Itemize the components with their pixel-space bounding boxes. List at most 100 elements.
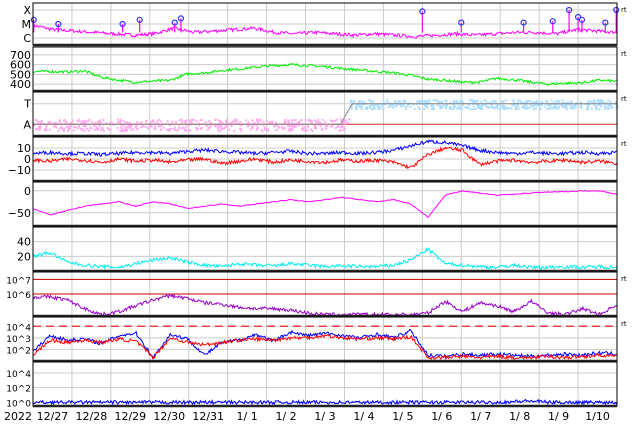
sector-toward-point (417, 107, 420, 110)
sector-away-point (207, 126, 210, 129)
sector-toward-point (432, 107, 435, 110)
sector-toward-point (592, 100, 595, 103)
sector-toward-point (537, 105, 540, 108)
sector-away-point (118, 121, 121, 124)
sector-toward-point (409, 105, 412, 108)
sector-away-point (239, 121, 242, 124)
sector-away-point (217, 129, 220, 132)
sector-toward-point (517, 107, 520, 110)
sector-toward-point (536, 99, 539, 102)
sector-away-point (178, 119, 181, 122)
sector-toward-point (424, 99, 427, 102)
sector-toward-point (501, 104, 504, 107)
sector-away-point (251, 127, 254, 130)
sector-away-point (255, 119, 258, 122)
x-tick-label: 1/ 1 (237, 410, 258, 423)
bz-line (32, 146, 618, 170)
sector-toward-point (481, 107, 484, 110)
sector-away-point (259, 119, 262, 122)
sector-toward-point (607, 108, 610, 111)
y-tick-label: 10^3 (6, 335, 31, 345)
sector-away-point (73, 126, 76, 129)
sector-away-point (300, 127, 303, 130)
sector-toward-point (494, 100, 497, 103)
sector-toward-point (550, 107, 553, 110)
sector-toward-point (580, 105, 583, 108)
sector-toward-point (525, 107, 528, 110)
sector-away-point (310, 121, 313, 124)
sector-away-point (65, 121, 68, 124)
sector-toward-point (389, 103, 392, 106)
sector-toward-point (468, 99, 471, 102)
sector-away-point (191, 118, 194, 121)
sector-toward-point (349, 100, 352, 103)
sector-away-point (218, 120, 221, 123)
sector-toward-point (587, 100, 590, 103)
sector-away-point (217, 127, 220, 130)
sector-away-point (127, 124, 130, 127)
sector-toward-point (373, 103, 376, 106)
sector-away-point (178, 127, 181, 130)
y-tick-label: 10^2 (6, 385, 31, 395)
sector-away-point (122, 120, 125, 123)
sector-away-point (286, 124, 289, 127)
sector-toward-point (569, 106, 572, 109)
sector-away-point (278, 126, 281, 129)
sector-away-point (331, 125, 334, 128)
sector-away-point (98, 125, 101, 128)
sector-away-point (73, 129, 76, 132)
sector-away-point (284, 121, 287, 124)
sector-toward-point (461, 104, 464, 107)
sector-toward-point (556, 107, 559, 110)
sector-away-point (35, 128, 38, 131)
sector-toward-point (543, 105, 546, 108)
sector-away-point (99, 119, 102, 122)
y-tick-label: 10^6 (6, 291, 31, 301)
sector-away-point (35, 119, 38, 122)
sector-away-point (344, 119, 347, 122)
sector-toward-point (483, 99, 486, 102)
sector-toward-point (442, 104, 445, 107)
sector-away-point (292, 119, 295, 122)
sector-away-point (192, 118, 195, 121)
sector-away-point (290, 119, 293, 122)
sector-toward-point (424, 104, 427, 107)
sector-toward-point (381, 103, 384, 106)
sector-away-point (45, 127, 48, 130)
sector-toward-point (444, 99, 447, 102)
sector-toward-point (607, 99, 610, 102)
x-year-label: 2022 (4, 410, 32, 423)
y-tick-label: X (23, 4, 31, 17)
sector-toward-point (523, 104, 526, 107)
sector-toward-point (539, 107, 542, 110)
sector-away-point (162, 126, 165, 129)
sector-away-point (321, 127, 324, 130)
y-tick-label: 10^4 (6, 323, 31, 333)
sector-away-point (174, 129, 177, 132)
sector-toward-point (529, 106, 532, 109)
sector-away-point (275, 124, 278, 127)
sector-away-point (342, 126, 345, 129)
sector-away-point (160, 120, 163, 123)
sector-away-point (149, 121, 152, 124)
sector-toward-point (502, 100, 505, 103)
sector-away-point (76, 119, 79, 122)
sector-away-point (125, 126, 128, 129)
sector-away-point (55, 126, 58, 129)
sector-toward-point (609, 101, 612, 104)
sector-toward-point (514, 105, 517, 108)
sector-toward-point (454, 105, 457, 108)
sector-away-point (97, 120, 100, 123)
x-tick-label: 12/29 (114, 410, 146, 423)
sector-toward-point (555, 107, 558, 110)
sector-away-point (100, 129, 103, 132)
x-tick-label: 1/ 7 (470, 410, 491, 423)
sector-away-point (303, 129, 306, 132)
x-tick-label: 12/27 (37, 410, 69, 423)
sector-toward-point (431, 105, 434, 108)
sector-away-point (105, 122, 108, 125)
y-tick-label: C (23, 32, 31, 45)
y-tick-label: T (23, 98, 31, 111)
sector-away-point (147, 126, 150, 129)
sector-toward-point (399, 100, 402, 103)
